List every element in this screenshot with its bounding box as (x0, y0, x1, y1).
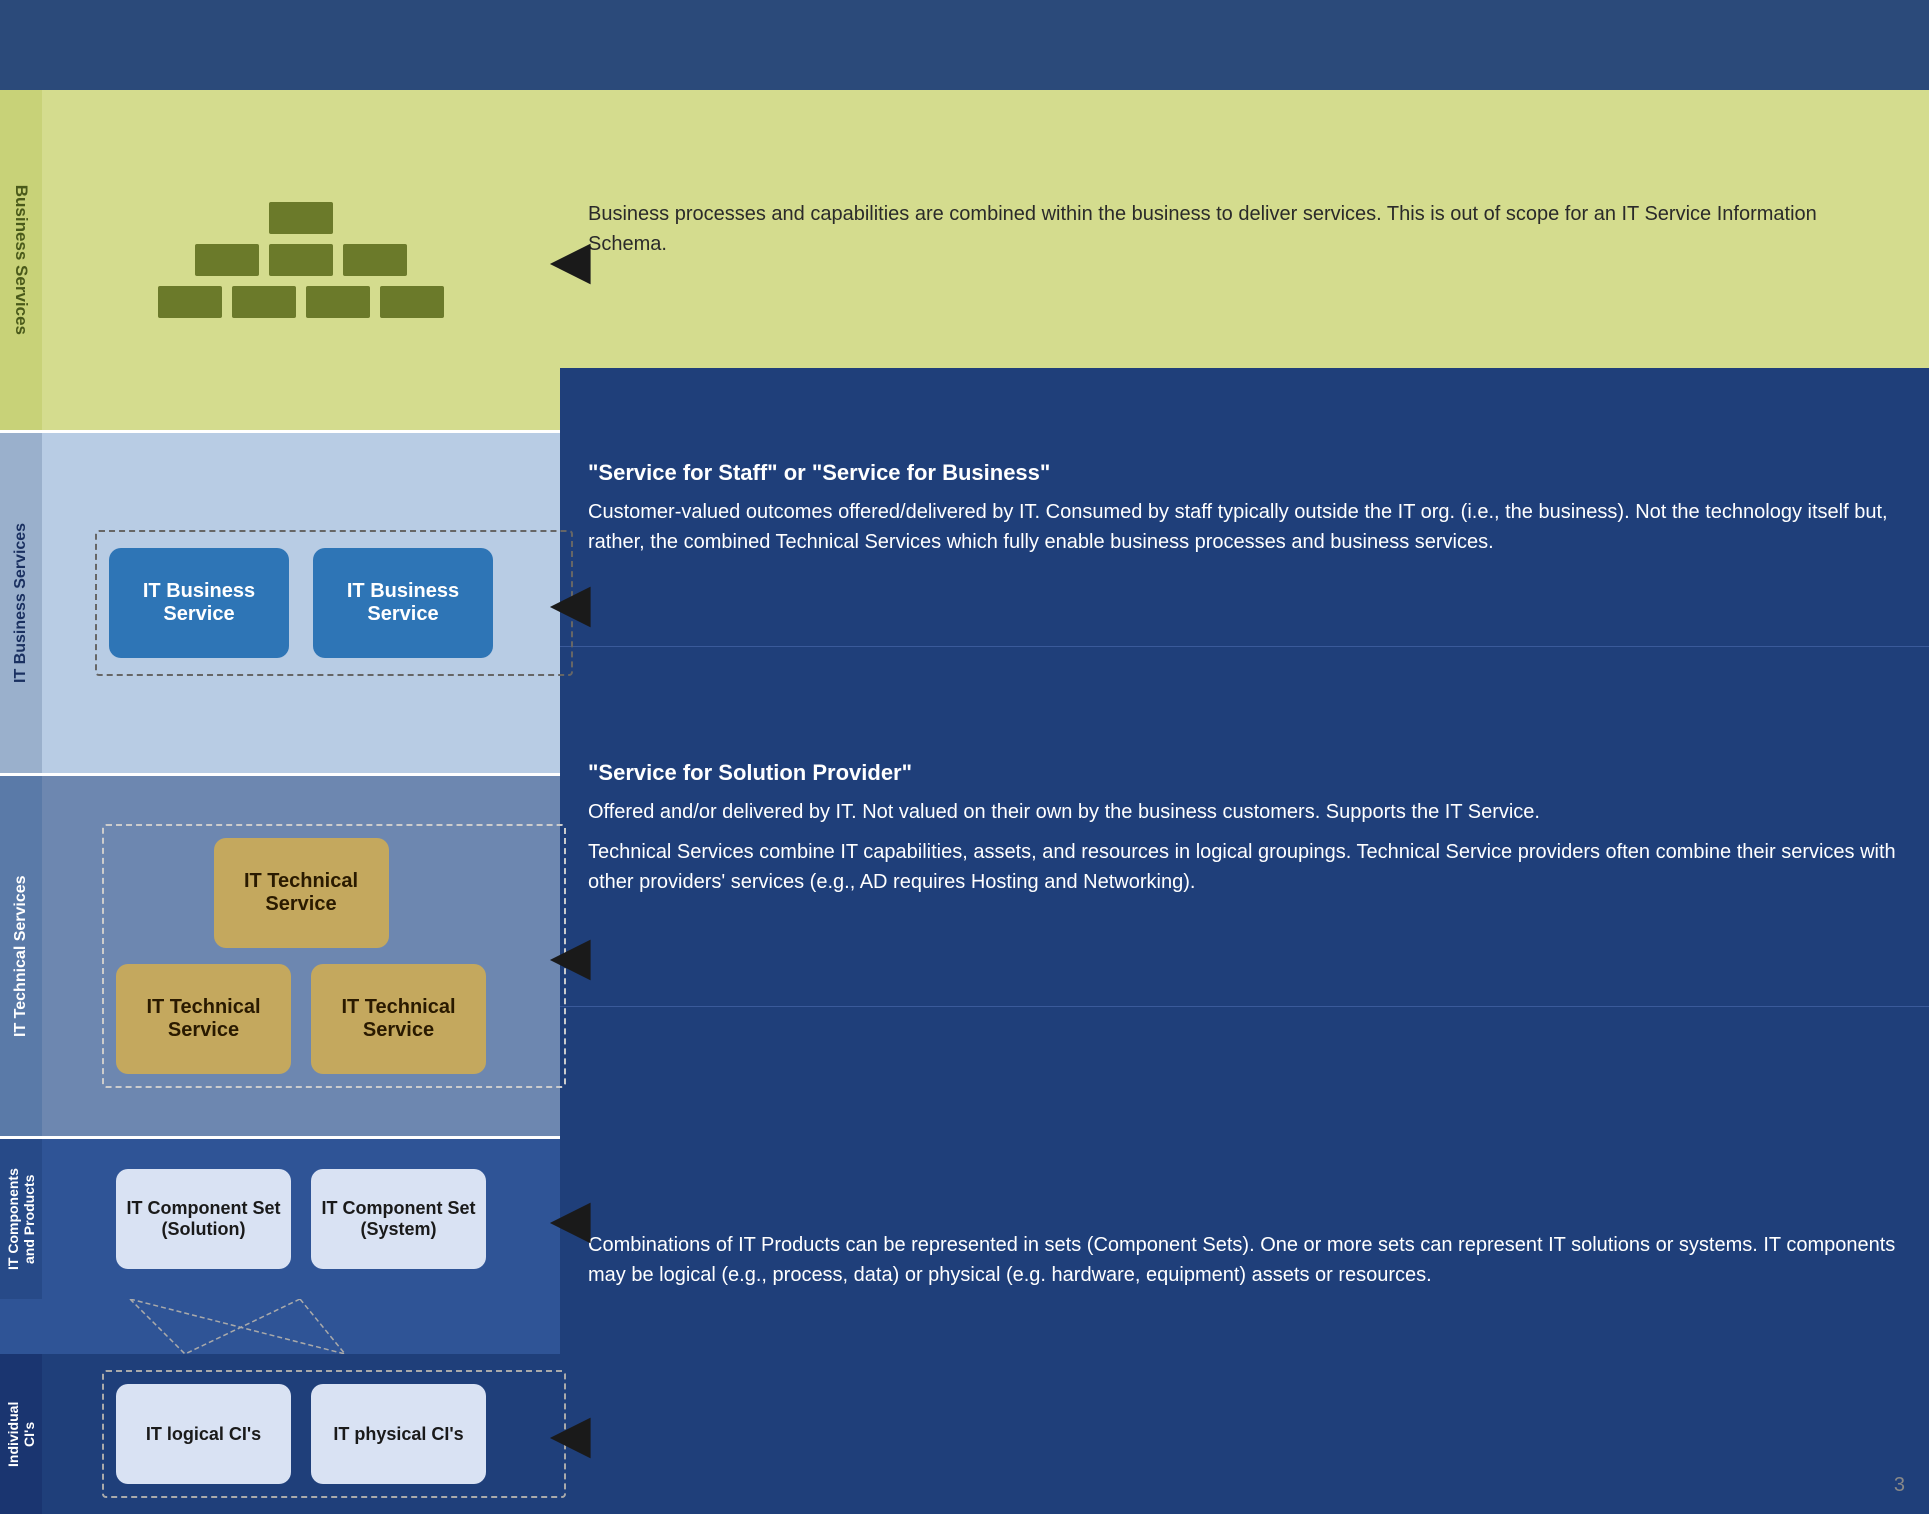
it-business-content: IT Business Service IT Business Service … (42, 433, 560, 773)
business-services-row: Business Services (0, 90, 560, 430)
left-column: Business Services (0, 90, 560, 1514)
it-components-content: IT Component Set (Solution) IT Component… (42, 1139, 560, 1299)
business-services-content: ◀ (42, 90, 560, 430)
org-box (343, 244, 407, 276)
it-components-row: IT Componentsand Products IT Component S… (0, 1139, 560, 1299)
it-business-description: Customer-valued outcomes offered/deliver… (588, 501, 1888, 553)
right-column: Business processes and capabilities are … (560, 90, 1929, 1514)
org-box (306, 286, 370, 318)
it-technical-box-2: IT Technical Service (116, 964, 291, 1074)
it-business-title: "Service for Staff" or "Service for Busi… (588, 456, 1901, 489)
right-it-technical: "Service for Solution Provider" Offered … (560, 646, 1929, 1006)
right-it-business-text: "Service for Staff" or "Service for Busi… (588, 456, 1901, 557)
right-it-components-text: Combinations of IT Products can be repre… (588, 1230, 1901, 1290)
it-components-description: Combinations of IT Products can be repre… (588, 1234, 1895, 1286)
it-business-services-row: IT Business Services IT Business Service… (0, 433, 560, 773)
cross-lines (0, 1299, 560, 1354)
ci-physical: IT physical CI's (311, 1384, 486, 1484)
right-business: Business processes and capabilities are … (560, 90, 1929, 368)
right-it-business: "Service for Staff" or "Service for Busi… (560, 368, 1929, 646)
it-business-boxes: IT Business Service IT Business Service (109, 548, 493, 658)
it-business-box-2: IT Business Service (313, 548, 493, 658)
individual-cis-row: IndividualCI's IT logical CI's IT physic… (0, 1354, 560, 1514)
components-ci-column: IT Componentsand Products IT Component S… (0, 1139, 560, 1514)
right-it-components: Combinations of IT Products can be repre… (560, 1006, 1929, 1514)
component-set-solution: IT Component Set (Solution) (116, 1169, 291, 1269)
org-box (232, 286, 296, 318)
ci-boxes: IT logical CI's IT physical CI's (116, 1384, 486, 1484)
it-technical-boxes: IT Technical Service IT Technical Servic… (116, 838, 486, 1074)
org-box (269, 244, 333, 276)
org-box-top (269, 202, 333, 234)
ci-logical: IT logical CI's (116, 1384, 291, 1484)
it-technical-box-3: IT Technical Service (311, 964, 486, 1074)
cross-lines-svg (55, 1299, 475, 1354)
org-box (195, 244, 259, 276)
org-box (380, 286, 444, 318)
business-arrow: ◀ (552, 231, 590, 289)
org-chart (62, 202, 540, 318)
it-business-arrow: ◀ (552, 574, 590, 632)
it-business-box-1: IT Business Service (109, 548, 289, 658)
top-bar (0, 0, 1929, 90)
it-technical-description2: Technical Services combine IT capabiliti… (588, 837, 1901, 897)
right-business-text: Business processes and capabilities are … (588, 199, 1901, 259)
org-box (158, 286, 222, 318)
component-set-system: IT Component Set (System) (311, 1169, 486, 1269)
it-technical-label: IT Technical Services (0, 776, 42, 1136)
page-number: 3 (1894, 1470, 1905, 1500)
individual-cis-arrow: ◀ (552, 1405, 590, 1463)
it-technical-description1: Offered and/or delivered by IT. Not valu… (588, 797, 1901, 827)
it-technical-arrow: ◀ (552, 927, 590, 985)
it-business-label: IT Business Services (0, 433, 42, 773)
it-technical-services-row: IT Technical Services IT Technical Servi… (0, 776, 560, 1136)
it-technical-title: "Service for Solution Provider" (588, 756, 1901, 789)
it-technical-content: IT Technical Service IT Technical Servic… (42, 776, 560, 1136)
individual-cis-content: IT logical CI's IT physical CI's ◀ (42, 1354, 560, 1514)
right-it-technical-text: "Service for Solution Provider" Offered … (588, 756, 1901, 897)
it-components-arrow: ◀ (552, 1190, 590, 1248)
business-services-label: Business Services (0, 90, 42, 430)
individual-cis-label: IndividualCI's (0, 1354, 42, 1514)
it-technical-box-1: IT Technical Service (214, 838, 389, 948)
business-description: Business processes and capabilities are … (588, 203, 1817, 255)
component-set-boxes: IT Component Set (Solution) IT Component… (116, 1169, 486, 1269)
it-components-label: IT Componentsand Products (0, 1139, 42, 1299)
